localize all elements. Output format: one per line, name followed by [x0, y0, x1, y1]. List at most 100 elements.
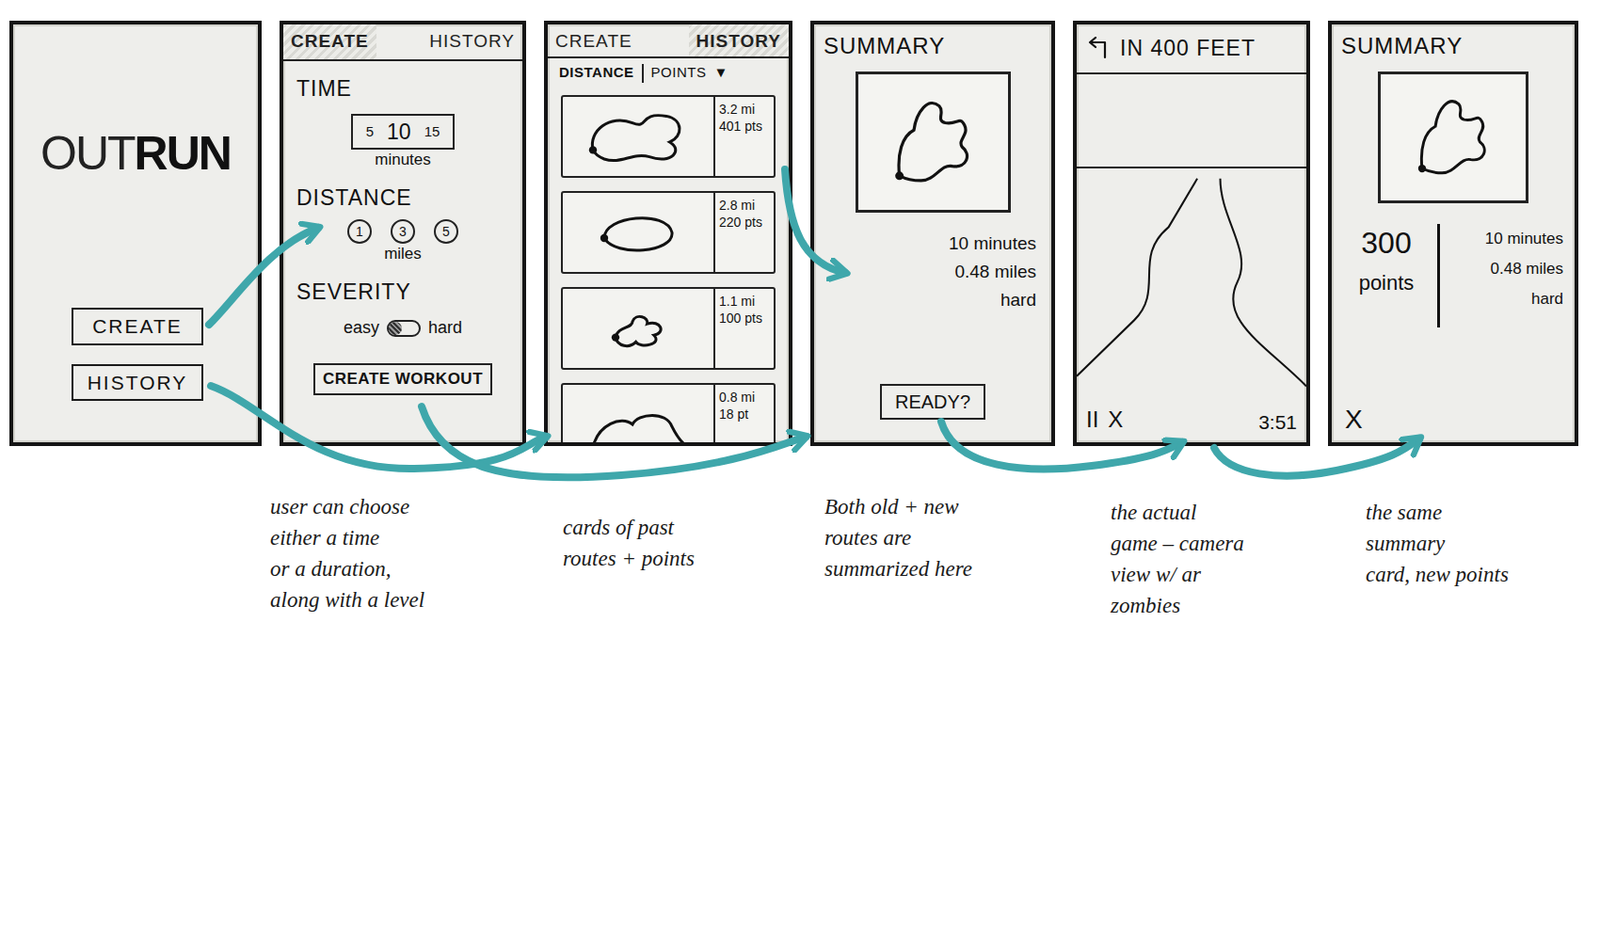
road-drawing: [1076, 168, 1307, 402]
annotation-line: card, new points: [1365, 559, 1579, 591]
time-option[interactable]: 5: [366, 121, 374, 144]
points-block: 300 points: [1343, 224, 1430, 298]
sort-row: DISTANCE POINTS ▼: [547, 58, 789, 88]
card-distance: 0.8 mi: [719, 388, 770, 406]
annotation-line: the same: [1365, 496, 1579, 528]
note-column: the samesummarycard, new points: [1328, 491, 1579, 622]
summary-title: SUMMARY: [823, 32, 1052, 61]
card-points: 220 pts: [719, 213, 770, 231]
flow-arrow: [208, 227, 319, 325]
tab[interactable]: CREATE: [283, 24, 377, 60]
phone-screen: CREATE HISTORY DISTANCE POINTS ▼ 3.2 mi401 pt…: [544, 20, 793, 447]
card-points: 18 pt: [719, 405, 770, 423]
severity-row: easyhard: [283, 315, 523, 341]
annotation-line: routes are: [824, 522, 1056, 554]
route-icon: [865, 81, 1001, 203]
sort-option[interactable]: POINTS: [651, 62, 707, 84]
toggle-knob[interactable]: [388, 321, 402, 336]
history-button[interactable]: HISTORY: [71, 364, 204, 402]
phone-screen: CREATEHISTORYTIME51015minutesDISTANCE135…: [279, 20, 527, 447]
ready-button[interactable]: READY?: [880, 384, 986, 420]
summary-stat: 0.48 miles: [814, 257, 1037, 287]
points-label: points: [1343, 269, 1430, 298]
direction-bar: IN 400 FEET: [1076, 24, 1307, 75]
annotation-line: zombies: [1110, 590, 1311, 622]
time-stepper[interactable]: 5 10 15: [351, 113, 456, 151]
distance-option[interactable]: 1: [347, 219, 372, 244]
summary-stat: hard: [1447, 284, 1564, 315]
annotation-line: view w/ ar: [1110, 559, 1311, 591]
annotation-line: along with a level: [270, 584, 527, 616]
card-stats: 2.8 mi220 pts: [713, 192, 774, 272]
time-option[interactable]: 15: [424, 121, 441, 144]
distance-option[interactable]: 5: [433, 219, 459, 244]
card-points: 401 pts: [719, 117, 770, 135]
route-card[interactable]: 1.1 mi100 pts: [560, 287, 776, 370]
route-card[interactable]: 0.8 mi18 pt: [560, 383, 776, 443]
close-button[interactable]: X: [1107, 402, 1123, 437]
logo-bold-text: RUN: [134, 128, 231, 180]
points-value: 300: [1343, 224, 1430, 262]
game-controls: IIX 3:51: [1076, 400, 1307, 443]
flow-arrows: [0, 0, 1600, 941]
route-map: [1377, 71, 1529, 204]
route-card[interactable]: 3.2 mi401 pts: [560, 95, 776, 178]
summary-stat: 0.48 miles: [1447, 254, 1564, 285]
pause-button[interactable]: II: [1086, 402, 1099, 437]
card-distance: 3.2 mi: [719, 100, 770, 118]
note-column: the actualgame – cameraview w/ arzombies: [1072, 491, 1311, 622]
annotation: the samesummarycard, new points: [1365, 496, 1579, 591]
direction-text: IN 400 FEET: [1120, 32, 1256, 65]
create-button[interactable]: CREATE: [71, 307, 204, 346]
summary-stats: 10 minutes0.48 mileshard: [1447, 224, 1564, 315]
flow-arrow: [784, 169, 846, 273]
flow-arrow: [210, 385, 546, 469]
stats-divider: [1437, 224, 1440, 328]
time-option[interactable]: 10: [386, 115, 412, 149]
road-view: [1076, 168, 1307, 402]
annotation-line: Both old + new: [824, 491, 1056, 523]
summary-stats: 10 minutes0.48 mileshard: [814, 229, 1037, 315]
annotation-line: summary: [1365, 528, 1579, 560]
annotation: Both old + newroutes aresummarized here: [824, 491, 1056, 585]
annotation: the actualgame – cameraview w/ arzombies: [1110, 496, 1311, 622]
create-workout-button[interactable]: CREATE WORKOUT: [313, 363, 493, 396]
flow-arrow: [421, 406, 806, 478]
note-column: Both old + newroutes aresummarized here: [810, 491, 1056, 622]
route-icon: [568, 390, 708, 443]
tab[interactable]: CREATE: [547, 24, 640, 57]
annotation-line: cards of past: [562, 512, 793, 544]
route-icon: [1388, 81, 1519, 193]
logo-light-text: OUT: [40, 128, 135, 180]
time-label: TIME: [296, 74, 523, 103]
phone-screen: SUMMARY 10 minutes0.48 mileshard READY?: [810, 20, 1056, 447]
distance-unit: miles: [283, 243, 523, 265]
distance-option[interactable]: 3: [390, 219, 416, 244]
annotation-line: the actual: [1110, 496, 1311, 528]
summary-stat: 10 minutes: [1447, 224, 1564, 255]
sort-divider: [641, 64, 644, 83]
phone-screen: IN 400 FEET IIX 3:51: [1072, 20, 1311, 447]
phone-screen: OUTRUN CREATE HISTORY: [9, 20, 262, 447]
tab[interactable]: HISTORY: [421, 24, 523, 60]
annotation-line: routes + points: [562, 543, 793, 575]
distance-label: DISTANCE: [296, 183, 523, 212]
severity-toggle[interactable]: [386, 320, 421, 337]
sort-dropdown-icon[interactable]: ▼: [713, 62, 728, 84]
route-card-list: 3.2 mi401 pts 2.8 mi220 pts 1.1 mi100 pts 0…: [547, 87, 789, 443]
sort-option[interactable]: DISTANCE: [559, 62, 635, 84]
flow-arrow: [941, 421, 1183, 469]
annotation-line: user can choose: [270, 491, 527, 523]
note-column: [9, 491, 262, 622]
route-card[interactable]: 2.8 mi220 pts: [560, 191, 776, 274]
tab[interactable]: HISTORY: [688, 24, 789, 57]
note-column: user can chooseeither a timeor a duratio…: [279, 491, 527, 622]
close-button[interactable]: X: [1344, 404, 1575, 435]
annotation-line: either a time: [270, 522, 527, 554]
turn-left-icon: [1086, 36, 1113, 60]
annotation: user can chooseeither a timeor a duratio…: [270, 491, 527, 616]
game-timer: 3:51: [1258, 407, 1297, 438]
summary-stat: hard: [814, 286, 1037, 315]
route-icon: [568, 198, 708, 267]
annotation-line: game – camera: [1110, 528, 1311, 560]
